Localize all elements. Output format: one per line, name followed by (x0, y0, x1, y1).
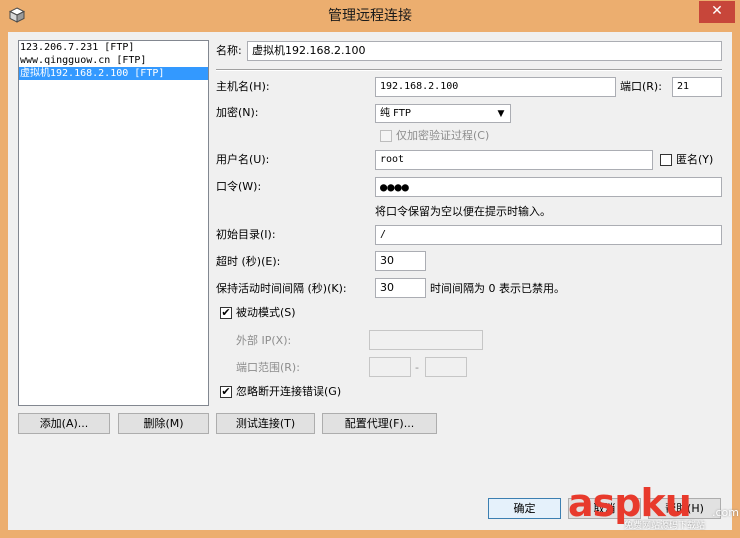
host-label: 主机名(H): (216, 80, 270, 93)
username-input[interactable]: root (375, 150, 653, 170)
proxy-config-button[interactable]: 配置代理(F)... (322, 413, 437, 434)
password-input[interactable]: ●●●● (375, 177, 722, 197)
encrypt-auth-only-checkbox[interactable] (380, 130, 392, 142)
port-input[interactable]: 21 (672, 77, 722, 97)
close-button[interactable]: ✕ (699, 1, 735, 23)
watermark-brand: aspku (568, 481, 692, 525)
passive-mode-label: 被动模式(S) (236, 306, 296, 319)
keepalive-hint: 时间间隔为 0 表示已禁用。 (430, 282, 565, 295)
watermark-domain: .com (712, 506, 739, 519)
port-range-start-input[interactable] (369, 357, 411, 377)
encrypt-select-value: 纯 FTP (380, 108, 411, 119)
title-bar[interactable]: 管理远程连接 ✕ (0, 0, 740, 32)
port-range-label: 端口范围(R): (236, 361, 300, 374)
watermark-tagline: 免费网站源码下载站 (624, 521, 706, 531)
separator-highlight (216, 70, 722, 71)
test-connection-button[interactable]: 测试连接(T) (216, 413, 315, 434)
port-range-separator: - (415, 361, 419, 374)
password-label: 口令(W): (216, 180, 262, 193)
encrypt-label: 加密(N): (216, 106, 259, 119)
list-item-selected[interactable]: 虚拟机192.168.2.100 [FTP] (19, 67, 208, 80)
username-label: 用户名(U): (216, 153, 270, 166)
encrypt-select[interactable]: 纯 FTP ▼ (375, 104, 511, 123)
window-title: 管理远程连接 (328, 8, 412, 24)
timeout-label: 超时 (秒)(E): (216, 255, 281, 268)
check-icon: ✔ (221, 385, 231, 398)
password-mask: ●●●● (380, 180, 409, 194)
delete-button[interactable]: 删除(M) (118, 413, 209, 434)
initial-dir-input[interactable]: / (375, 225, 722, 245)
add-button[interactable]: 添加(A)... (18, 413, 110, 434)
host-input[interactable]: 192.168.2.100 (375, 77, 616, 97)
anonymous-label: 匿名(Y) (676, 153, 714, 166)
check-icon: ✔ (221, 306, 231, 319)
password-hint: 将口令保留为空以便在提示时输入。 (375, 205, 551, 218)
list-item[interactable]: 123.206.7.231 [FTP] (19, 41, 208, 54)
ok-button[interactable]: 确定 (488, 498, 561, 519)
watermark-logo: aspku .com 免费网站源码下载站 (566, 480, 739, 536)
external-ip-input[interactable] (369, 330, 483, 350)
ignore-disconnect-errors-checkbox[interactable]: ✔ (220, 386, 232, 398)
port-range-end-input[interactable] (425, 357, 467, 377)
port-label: 端口(R): (620, 80, 662, 93)
anonymous-checkbox[interactable] (660, 154, 672, 166)
encrypt-auth-only-label: 仅加密验证过程(C) (396, 129, 490, 142)
passive-mode-checkbox[interactable]: ✔ (220, 307, 232, 319)
chevron-down-icon: ▼ (497, 109, 505, 119)
list-item[interactable]: www.qingguow.cn [FTP] (19, 54, 208, 67)
ignore-disconnect-errors-label: 忽略断开连接错误(G) (236, 385, 342, 398)
connection-list[interactable]: 123.206.7.231 [FTP] www.qingguow.cn [FTP… (18, 40, 209, 406)
name-label: 名称: (216, 44, 242, 57)
close-icon: ✕ (711, 3, 723, 19)
keepalive-input[interactable]: 30 (375, 278, 426, 298)
timeout-input[interactable]: 30 (375, 251, 426, 271)
name-input[interactable]: 虚拟机192.168.2.100 (247, 41, 722, 61)
dialog-window: 管理远程连接 ✕ 123.206.7.231 [FTP] www.qingguo… (0, 0, 740, 538)
external-ip-label: 外部 IP(X): (236, 334, 292, 347)
initial-dir-label: 初始目录(I): (216, 228, 276, 241)
keepalive-label: 保持活动时间间隔 (秒)(K): (216, 282, 347, 295)
